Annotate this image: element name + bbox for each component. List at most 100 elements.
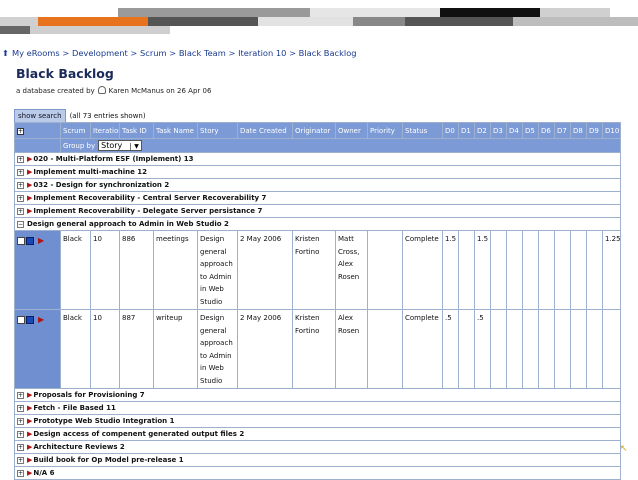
col-scrum[interactable]: Scrum [60, 122, 91, 139]
edit-icon[interactable] [26, 316, 34, 325]
col-d1[interactable]: D1 [458, 122, 475, 139]
group-label[interactable]: Implement Recoverability - Delegate Serv… [33, 207, 262, 215]
expand-icon[interactable]: + [17, 391, 24, 399]
col-d2[interactable]: D2 [474, 122, 491, 139]
group-row[interactable]: + ▶Proposals for Provisioning 7 [14, 388, 621, 402]
cell-status: Complete [402, 230, 443, 310]
expand-icon[interactable]: + [17, 417, 24, 425]
triangle-icon: ▶ [27, 207, 33, 215]
col-story[interactable]: Story [197, 122, 238, 139]
cell-owner: Matt Cross, Alex Rosen [335, 230, 368, 310]
group-label[interactable]: Prototype Web Studio Integration 1 [33, 417, 174, 425]
cell-task-name: meetings [153, 230, 198, 310]
group-row[interactable]: + ▶032 - Design for synchronization 2 [14, 178, 621, 192]
page-title: Black Backlog [16, 66, 114, 81]
table-header-row: + Scrum Iteration Task ID Task Name Stor… [14, 122, 621, 139]
expand-icon[interactable]: + [17, 194, 24, 202]
group-row[interactable]: + ▶Build book for Op Model pre-release 1 [14, 453, 621, 467]
expand-icon[interactable]: + [17, 207, 24, 215]
cell-priority [367, 230, 403, 310]
chevron-down-icon[interactable]: ▼ [130, 143, 139, 150]
group-label[interactable]: Implement multi-machine 12 [33, 168, 147, 176]
col-d6[interactable]: D6 [538, 122, 555, 139]
col-priority[interactable]: Priority [367, 122, 403, 139]
col-d9[interactable]: D9 [586, 122, 603, 139]
group-label[interactable]: 020 - Multi-Platform ESF (Implement) 13 [33, 155, 193, 163]
group-label[interactable]: Proposals for Provisioning 7 [33, 391, 144, 399]
row-checkbox[interactable] [17, 316, 25, 325]
expand-all-cell[interactable]: + [14, 122, 61, 139]
group-by-value[interactable]: Story [101, 141, 122, 150]
cell-d0: 1.5 [442, 230, 459, 310]
col-d3[interactable]: D3 [490, 122, 507, 139]
expand-icon[interactable]: + [17, 155, 24, 163]
group-label[interactable]: Architecture Reviews 2 [33, 443, 124, 451]
triangle-icon: ▶ [27, 168, 33, 176]
col-originator[interactable]: Originator [292, 122, 336, 139]
group-by-cell: Group by Story ▼ [60, 138, 621, 153]
group-row[interactable]: + ▶Implement Recoverability - Central Ser… [14, 191, 621, 205]
group-label[interactable]: Build book for Op Model pre-release 1 [33, 456, 183, 464]
cell-date: 2 May 2006 [237, 309, 293, 389]
group-label[interactable]: N/A 6 [33, 469, 54, 477]
subtitle-prefix: a database created by [16, 87, 95, 95]
group-row[interactable]: + ▶Prototype Web Studio Integration 1 [14, 414, 621, 428]
triangle-icon: ▶ [27, 456, 33, 464]
col-d0[interactable]: D0 [442, 122, 459, 139]
expand-icon[interactable]: + [17, 430, 24, 438]
cell-story: Design general approach to Admin in Web … [197, 230, 238, 310]
group-row[interactable]: + ▶020 - Multi-Platform ESF (Implement) 1… [14, 152, 621, 166]
group-by-select[interactable]: Story ▼ [98, 140, 142, 151]
edit-icon[interactable] [26, 237, 34, 246]
show-search-button[interactable]: show search [14, 109, 66, 123]
expand-icon[interactable]: + [17, 168, 24, 176]
col-d8[interactable]: D8 [570, 122, 587, 139]
triangle-icon: ▶ [27, 404, 33, 412]
col-status[interactable]: Status [402, 122, 443, 139]
cell-story: Design general approach to Admin in Web … [197, 309, 238, 389]
cell-date: 2 May 2006 [237, 230, 293, 310]
col-task-id[interactable]: Task ID [119, 122, 154, 139]
col-d7[interactable]: D7 [554, 122, 571, 139]
col-d4[interactable]: D4 [506, 122, 523, 139]
group-row[interactable]: + ▶Implement Recoverability - Delegate Se… [14, 204, 621, 218]
col-d10[interactable]: D10 [602, 122, 621, 139]
group-label[interactable]: 032 - Design for synchronization 2 [33, 181, 169, 189]
group-label[interactable]: Implement Recoverability - Central Serve… [33, 194, 266, 202]
up-arrow-icon[interactable]: ⬆ [2, 48, 9, 58]
col-date-created[interactable]: Date Created [237, 122, 293, 139]
entries-count: (all 73 entries shown) [69, 112, 146, 120]
row-controls: ▶ [14, 309, 61, 389]
group-row[interactable]: + ▶Fetch - File Based 11 [14, 401, 621, 415]
row-checkbox[interactable] [17, 237, 25, 246]
table-row: ▶ Black 10 887 writeup Design general ap… [14, 309, 621, 389]
expand-icon[interactable]: + [17, 443, 24, 451]
person-icon [97, 86, 106, 94]
expand-icon[interactable]: + [17, 456, 24, 464]
search-bar: show search (all 73 entries shown) [14, 109, 146, 123]
plus-icon[interactable]: + [17, 127, 24, 135]
expand-arrow-icon[interactable]: ▶ [38, 236, 44, 245]
group-label[interactable]: Design general approach to Admin in Web … [27, 220, 229, 228]
cell-task-id: 887 [119, 309, 154, 389]
group-row-open[interactable]: − Design general approach to Admin in Web… [14, 217, 621, 231]
expand-icon[interactable]: + [17, 181, 24, 189]
group-row[interactable]: + ▶Architecture Reviews 2 [14, 440, 621, 454]
col-owner[interactable]: Owner [335, 122, 368, 139]
collapse-icon[interactable]: − [17, 220, 24, 228]
backlog-table: + Scrum Iteration Task ID Task Name Stor… [14, 122, 621, 480]
expand-icon[interactable]: + [17, 404, 24, 412]
cell-d2: .5 [474, 309, 491, 389]
group-row[interactable]: + ▶Implement multi-machine 12 [14, 165, 621, 179]
col-task-name[interactable]: Task Name [153, 122, 198, 139]
group-row[interactable]: + ▶Design access of compenent generated o… [14, 427, 621, 441]
col-iteration[interactable]: Iteration [90, 122, 120, 139]
triangle-icon: ▶ [27, 391, 33, 399]
breadcrumb[interactable]: ⬆ My eRooms > Development > Scrum > Black… [2, 48, 357, 58]
expand-arrow-icon[interactable]: ▶ [38, 315, 44, 324]
col-d5[interactable]: D5 [522, 122, 539, 139]
group-label[interactable]: Fetch - File Based 11 [33, 404, 115, 412]
group-label[interactable]: Design access of compenent generated out… [33, 430, 244, 438]
breadcrumb-text[interactable]: My eRooms > Development > Scrum > Black … [12, 48, 357, 58]
expand-icon[interactable]: + [17, 469, 24, 477]
